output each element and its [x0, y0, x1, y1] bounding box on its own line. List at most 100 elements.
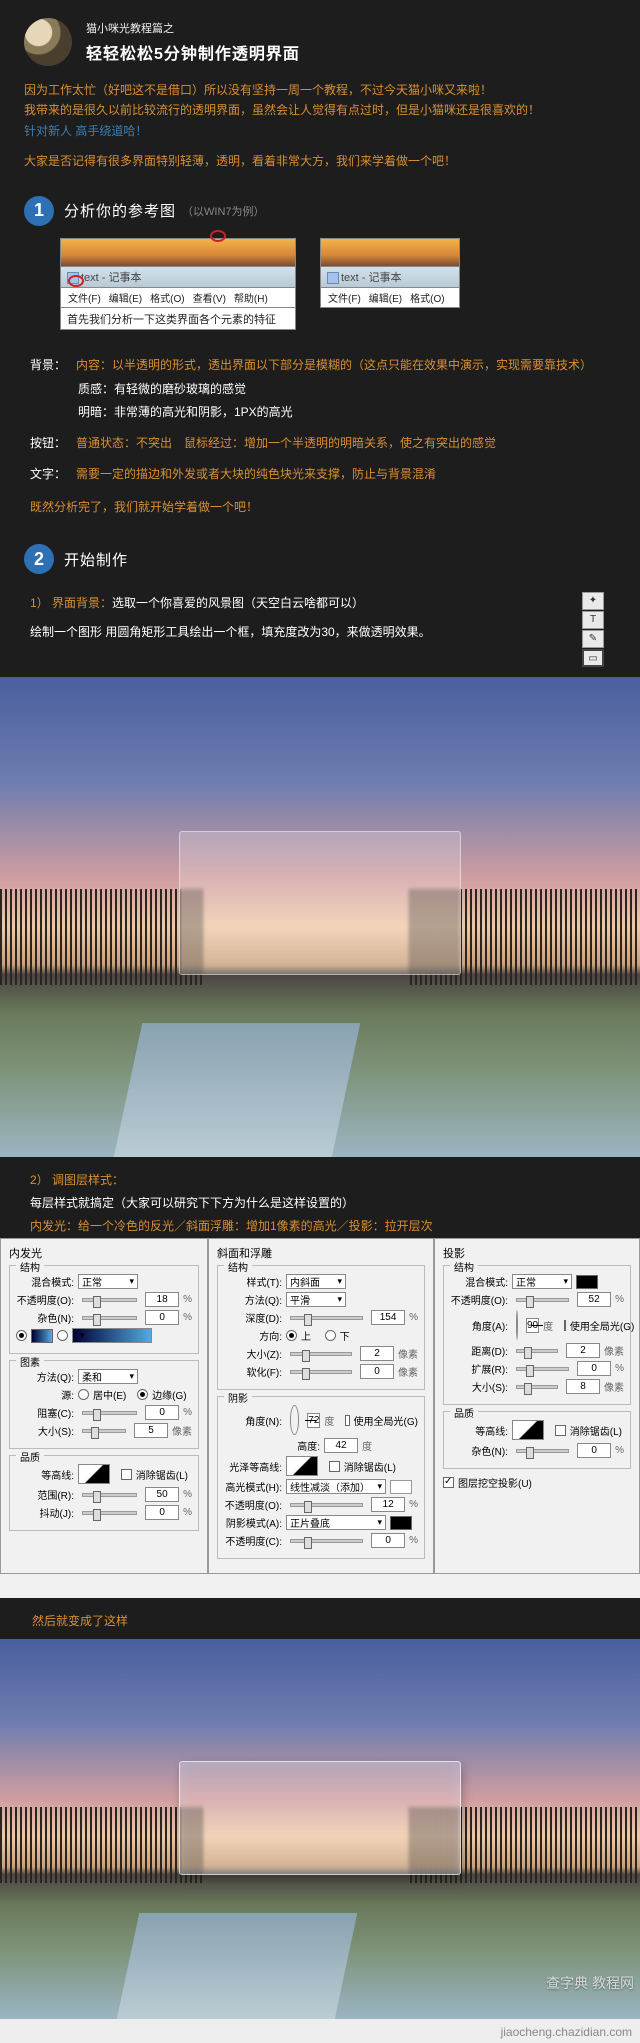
label: 高度: [262, 1438, 320, 1453]
fieldset-title: 阴影 [224, 1390, 252, 1405]
label: 不透明度(C): [224, 1533, 282, 1548]
label: 范围(R): [16, 1487, 74, 1502]
unit: 像素 [604, 1343, 624, 1358]
soften-slider[interactable] [290, 1370, 352, 1374]
fieldset-title: 品质 [450, 1405, 478, 1420]
contour-picker[interactable] [512, 1420, 544, 1440]
global-light-checkbox[interactable] [345, 1415, 349, 1426]
source-center-radio[interactable] [78, 1389, 89, 1400]
shadow-opacity-slider[interactable] [290, 1539, 363, 1543]
dir-down-radio[interactable] [325, 1330, 336, 1341]
ref1-menubar: 文件(F)编辑(E)格式(O)查看(V)帮助(H) [60, 288, 296, 308]
annotation-circle-icon [210, 230, 226, 242]
knockout-checkbox[interactable] [443, 1477, 454, 1488]
noise-input[interactable]: 0 [145, 1310, 179, 1325]
highlight-opacity-input[interactable]: 12 [371, 1497, 405, 1512]
choke-slider[interactable] [82, 1411, 137, 1415]
dir-up-radio[interactable] [286, 1330, 297, 1341]
choke-input[interactable]: 0 [145, 1405, 179, 1420]
depth-slider[interactable] [290, 1316, 363, 1320]
jitter-input[interactable]: 0 [145, 1505, 179, 1520]
annotation-circle-icon [68, 275, 84, 287]
result-label: 然后就变成了这样 [0, 1598, 640, 1639]
watermark-site: 查字典 教程网 [546, 1973, 634, 1993]
fieldset-title: 品质 [16, 1449, 44, 1464]
shadow-opacity-input[interactable]: 0 [371, 1533, 405, 1548]
jitter-slider[interactable] [82, 1511, 137, 1515]
reference-image-1: text - 记事本 文件(F)编辑(E)格式(O)查看(V)帮助(H) 首先我… [60, 238, 296, 330]
glass-panel-styled [179, 1761, 461, 1875]
gradient-radio[interactable] [57, 1330, 68, 1341]
range-slider[interactable] [82, 1493, 137, 1497]
technique-select[interactable]: 平滑 [286, 1292, 346, 1307]
antialias-checkbox[interactable] [555, 1425, 566, 1436]
label: 角度(N): [224, 1413, 282, 1428]
label: 扩展(R): [450, 1361, 508, 1376]
label: 阴影模式(A): [224, 1515, 282, 1530]
size-input[interactable]: 5 [134, 1423, 168, 1438]
contour-picker[interactable] [78, 1464, 110, 1484]
highlight-opacity-slider[interactable] [290, 1503, 363, 1507]
fieldset-title: 结构 [224, 1259, 252, 1274]
spread-slider[interactable] [516, 1367, 569, 1371]
angle-dial[interactable] [290, 1405, 299, 1435]
unit: % [183, 1294, 192, 1305]
unit: % [615, 1363, 624, 1374]
bevel-emboss-panel: 斜面和浮雕 结构 样式(T):内斜面 方法(Q):平滑 深度(D):154% 方… [208, 1238, 434, 1574]
highlight-color-swatch[interactable] [390, 1480, 412, 1494]
step1-label: 界面背景： [52, 596, 112, 610]
label: 方向: [224, 1328, 282, 1343]
opacity-input[interactable]: 52 [577, 1292, 611, 1307]
range-input[interactable]: 50 [145, 1487, 179, 1502]
altitude-input[interactable]: 42 [324, 1438, 358, 1453]
noise-slider[interactable] [516, 1449, 569, 1453]
bg-line3: 明暗：非常薄的高光和阴影，1PX的高光 [78, 401, 610, 424]
shadow-color-swatch[interactable] [390, 1516, 412, 1530]
label: 不透明度(O): [224, 1497, 282, 1512]
antialias-checkbox[interactable] [121, 1469, 132, 1480]
noise-slider[interactable] [82, 1316, 137, 1320]
highlight-mode-select[interactable]: 线性减淡（添加） [286, 1479, 386, 1494]
method-select[interactable]: 柔和 [78, 1369, 138, 1384]
blend-mode-select[interactable]: 正常 [512, 1274, 572, 1289]
size-input[interactable]: 8 [566, 1379, 600, 1394]
spread-input[interactable]: 0 [577, 1361, 611, 1376]
bg-label: 背景： [30, 354, 76, 377]
size-slider[interactable] [82, 1429, 126, 1433]
color-swatch[interactable] [31, 1329, 53, 1343]
soften-input[interactable]: 0 [360, 1364, 394, 1379]
opacity-input[interactable]: 18 [145, 1292, 179, 1307]
shadow-color-swatch[interactable] [576, 1275, 598, 1289]
style-select[interactable]: 内斜面 [286, 1274, 346, 1289]
btn-label: 按钮： [30, 432, 76, 455]
intro-line2: 我带来的是很久以前比较流行的透明界面，虽然会让人觉得有点过时，但是小猫咪还是很喜… [24, 100, 616, 120]
gloss-contour-picker[interactable] [286, 1456, 318, 1476]
unit: % [615, 1294, 624, 1305]
blend-mode-select[interactable]: 正常 [78, 1274, 138, 1289]
opacity-slider[interactable] [516, 1298, 569, 1302]
unit: 像素 [398, 1364, 418, 1379]
section2-title: 开始制作 [64, 549, 128, 570]
global-light-checkbox[interactable] [564, 1320, 566, 1331]
glass-panel [179, 831, 461, 975]
color-radio[interactable] [16, 1330, 27, 1341]
shadow-mode-select[interactable]: 正片叠底 [286, 1515, 386, 1530]
size-input[interactable]: 2 [360, 1346, 394, 1361]
source-edge-radio[interactable] [137, 1389, 148, 1400]
bg-line1: 内容：以半透明的形式，透出界面以下部分是模糊的（这点只能在效果中演示，实现需要靠… [76, 358, 592, 372]
section1-number-icon: 1 [24, 196, 54, 226]
radio-label: 上 [301, 1328, 311, 1343]
gradient-select[interactable] [72, 1328, 152, 1343]
unit: % [183, 1407, 192, 1418]
unit: % [615, 1445, 624, 1456]
distance-slider[interactable] [516, 1349, 558, 1353]
opacity-slider[interactable] [82, 1298, 137, 1302]
distance-input[interactable]: 2 [566, 1343, 600, 1358]
noise-input[interactable]: 0 [577, 1443, 611, 1458]
fieldset-title: 图素 [16, 1354, 44, 1369]
antialias-checkbox[interactable] [329, 1461, 340, 1472]
depth-input[interactable]: 154 [371, 1310, 405, 1325]
size-slider[interactable] [290, 1352, 352, 1356]
angle-dial[interactable] [516, 1310, 518, 1340]
size-slider[interactable] [516, 1385, 558, 1389]
